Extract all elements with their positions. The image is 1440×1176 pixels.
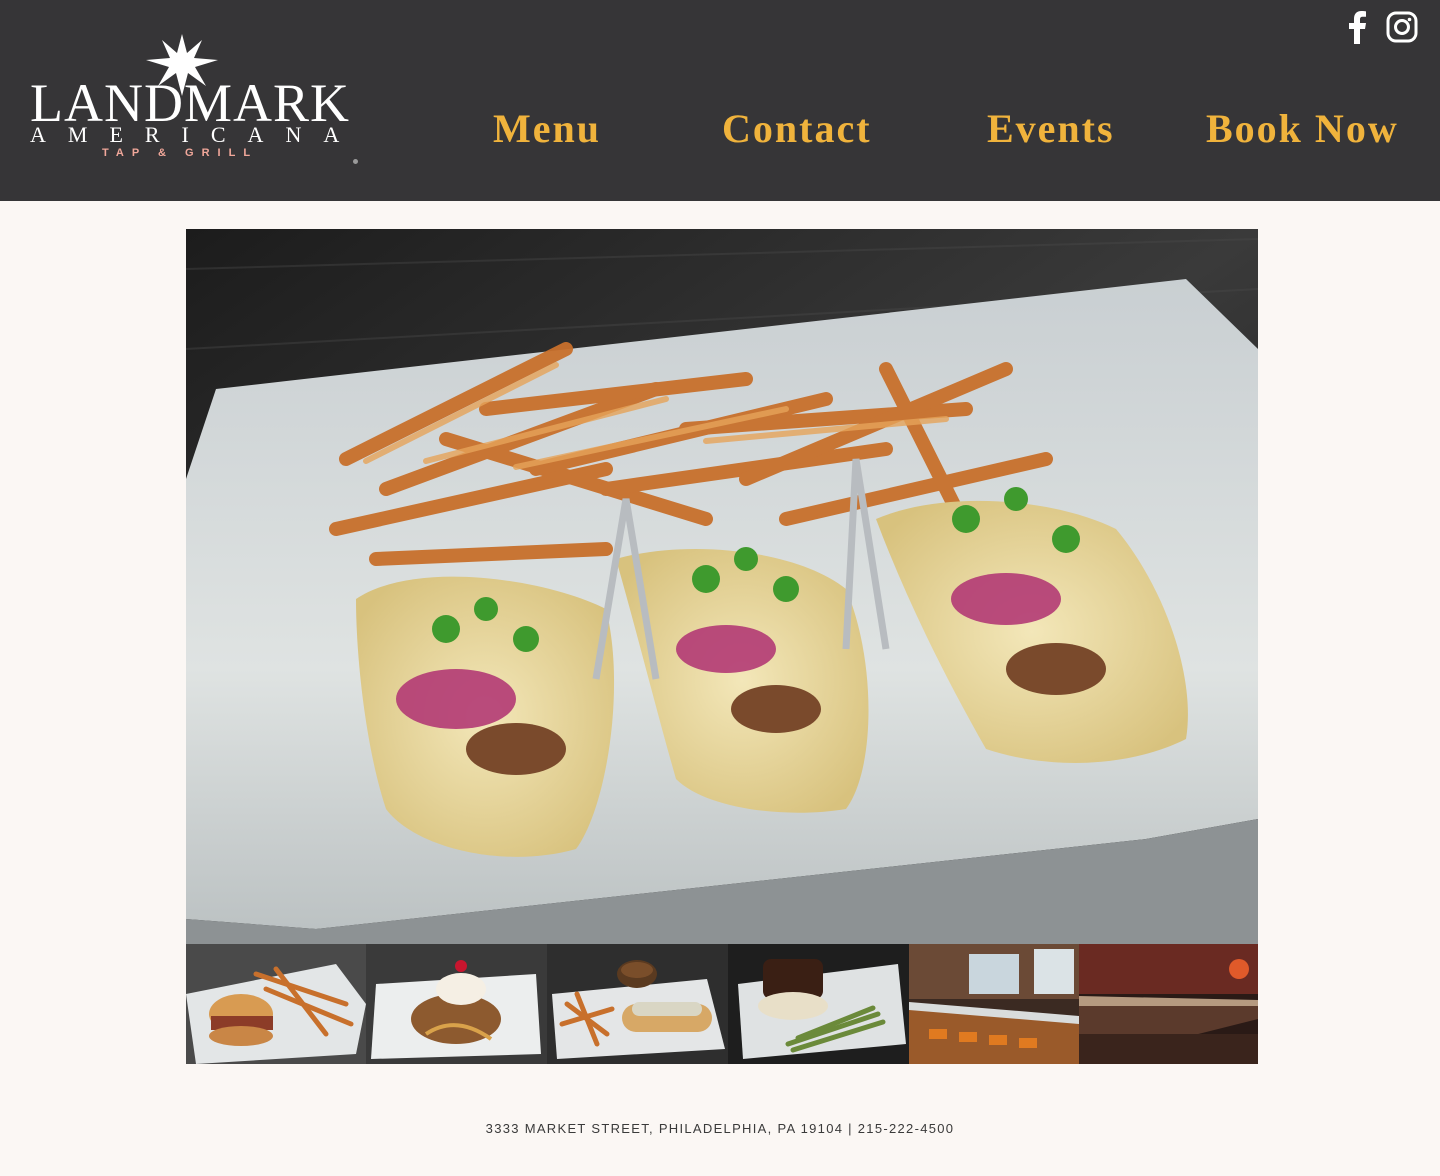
thumbnail-bar-stools[interactable] bbox=[909, 944, 1079, 1064]
instagram-icon bbox=[1386, 11, 1418, 43]
thumbnail-au-jus-sandwich[interactable] bbox=[547, 944, 728, 1064]
nav-menu[interactable]: Menu bbox=[493, 104, 601, 154]
thumbnail-long-bar[interactable] bbox=[1079, 944, 1258, 1064]
social-links bbox=[1342, 10, 1418, 44]
hero-image[interactable] bbox=[186, 229, 1258, 944]
facebook-icon bbox=[1349, 11, 1366, 44]
thumbnail-strip bbox=[186, 944, 1258, 1064]
nav-contact[interactable]: Contact bbox=[722, 104, 872, 154]
main-nav: Menu Contact Events Book Now bbox=[0, 104, 1440, 154]
site-header: LANDMARK AMERICANA TAP & GRILL Menu Cont… bbox=[0, 0, 1440, 201]
registered-mark bbox=[353, 159, 358, 164]
thumbnail-short-rib[interactable] bbox=[728, 944, 909, 1064]
thumbnail-dessert[interactable] bbox=[366, 944, 547, 1064]
nav-book-now[interactable]: Book Now bbox=[1206, 104, 1399, 154]
nav-events[interactable]: Events bbox=[987, 104, 1115, 154]
instagram-link[interactable] bbox=[1386, 10, 1418, 44]
tacos-photo bbox=[186, 229, 1258, 944]
thumbnail-sandwich[interactable] bbox=[186, 944, 366, 1064]
footer-address: 3333 MARKET STREET, PHILADELPHIA, PA 191… bbox=[485, 1121, 955, 1136]
facebook-link[interactable] bbox=[1342, 10, 1374, 44]
